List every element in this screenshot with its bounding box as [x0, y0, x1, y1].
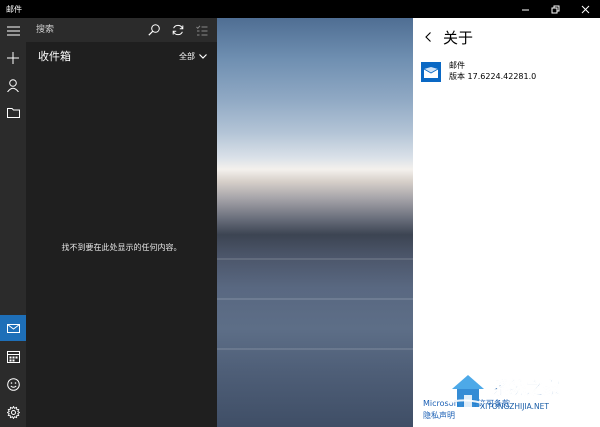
hamburger-icon — [6, 26, 20, 36]
envelope-icon — [424, 66, 438, 78]
back-button[interactable] — [413, 24, 443, 50]
folder-title: 收件箱 — [38, 50, 71, 63]
app-text: 邮件 版本 17.6224.42281.0 — [449, 60, 536, 82]
new-mail-button[interactable] — [0, 45, 26, 71]
person-icon — [7, 78, 19, 92]
chevron-left-icon — [425, 32, 431, 42]
sync-icon — [172, 24, 184, 36]
calendar-icon — [6, 350, 20, 363]
accounts-button[interactable] — [0, 72, 26, 98]
search-input[interactable] — [26, 18, 138, 42]
mail-icon — [6, 323, 20, 333]
watermark-url: XITONGZHIJIA.NET — [480, 402, 549, 411]
gear-icon — [6, 405, 20, 419]
nav-rail — [0, 18, 26, 427]
calendar-button[interactable] — [0, 343, 26, 369]
search-icon — [148, 24, 160, 36]
water-band — [217, 258, 413, 260]
search-bar — [26, 18, 217, 42]
about-panel: 关于 邮件 版本 17.6224.42281.0 Microsoft 软件许可条… — [413, 18, 600, 427]
app-info: 邮件 版本 17.6224.42281.0 — [421, 60, 536, 82]
water-band — [217, 348, 413, 350]
window-controls — [510, 0, 600, 18]
about-header: 关于 — [413, 24, 473, 50]
app-version: 版本 17.6224.42281.0 — [449, 72, 537, 81]
reading-pane-background — [217, 18, 413, 427]
search-button[interactable] — [142, 18, 166, 42]
restore-icon — [551, 5, 559, 13]
minimize-button[interactable] — [510, 0, 540, 18]
checklist-icon — [196, 24, 208, 35]
mail-button[interactable] — [0, 315, 26, 341]
mail-app-logo — [421, 62, 441, 82]
minimize-icon — [521, 9, 529, 10]
empty-list-message: 找不到要在此处显示的任何内容。 — [61, 243, 182, 252]
water-band — [217, 298, 413, 300]
watermark-text: 系统之家 — [492, 378, 560, 399]
feedback-button[interactable] — [0, 371, 26, 397]
filter-label: 全部 — [179, 51, 195, 61]
site-watermark: 系统之家 XITONGZHIJIA.NET — [447, 375, 560, 411]
smiley-icon — [6, 377, 20, 391]
close-button[interactable] — [570, 0, 600, 18]
filter-dropdown[interactable]: 全部 — [179, 51, 217, 62]
folders-button[interactable] — [0, 99, 26, 125]
restore-button[interactable] — [540, 0, 570, 18]
title-bar: 邮件 — [0, 0, 600, 18]
app-name: 邮件 — [449, 61, 465, 70]
plus-icon — [7, 52, 19, 64]
close-icon — [581, 5, 589, 13]
settings-button[interactable] — [0, 399, 26, 425]
selection-mode-button[interactable] — [190, 18, 214, 42]
message-list-pane: 收件箱 全部 找不到要在此处显示的任何内容。 — [26, 18, 217, 427]
window-title: 邮件 — [6, 4, 22, 14]
sync-button[interactable] — [166, 18, 190, 42]
folder-icon — [6, 107, 20, 118]
about-title: 关于 — [443, 28, 474, 47]
chevron-down-icon — [199, 53, 207, 59]
folder-header: 收件箱 全部 — [26, 42, 217, 70]
hamburger-menu-button[interactable] — [0, 18, 26, 44]
